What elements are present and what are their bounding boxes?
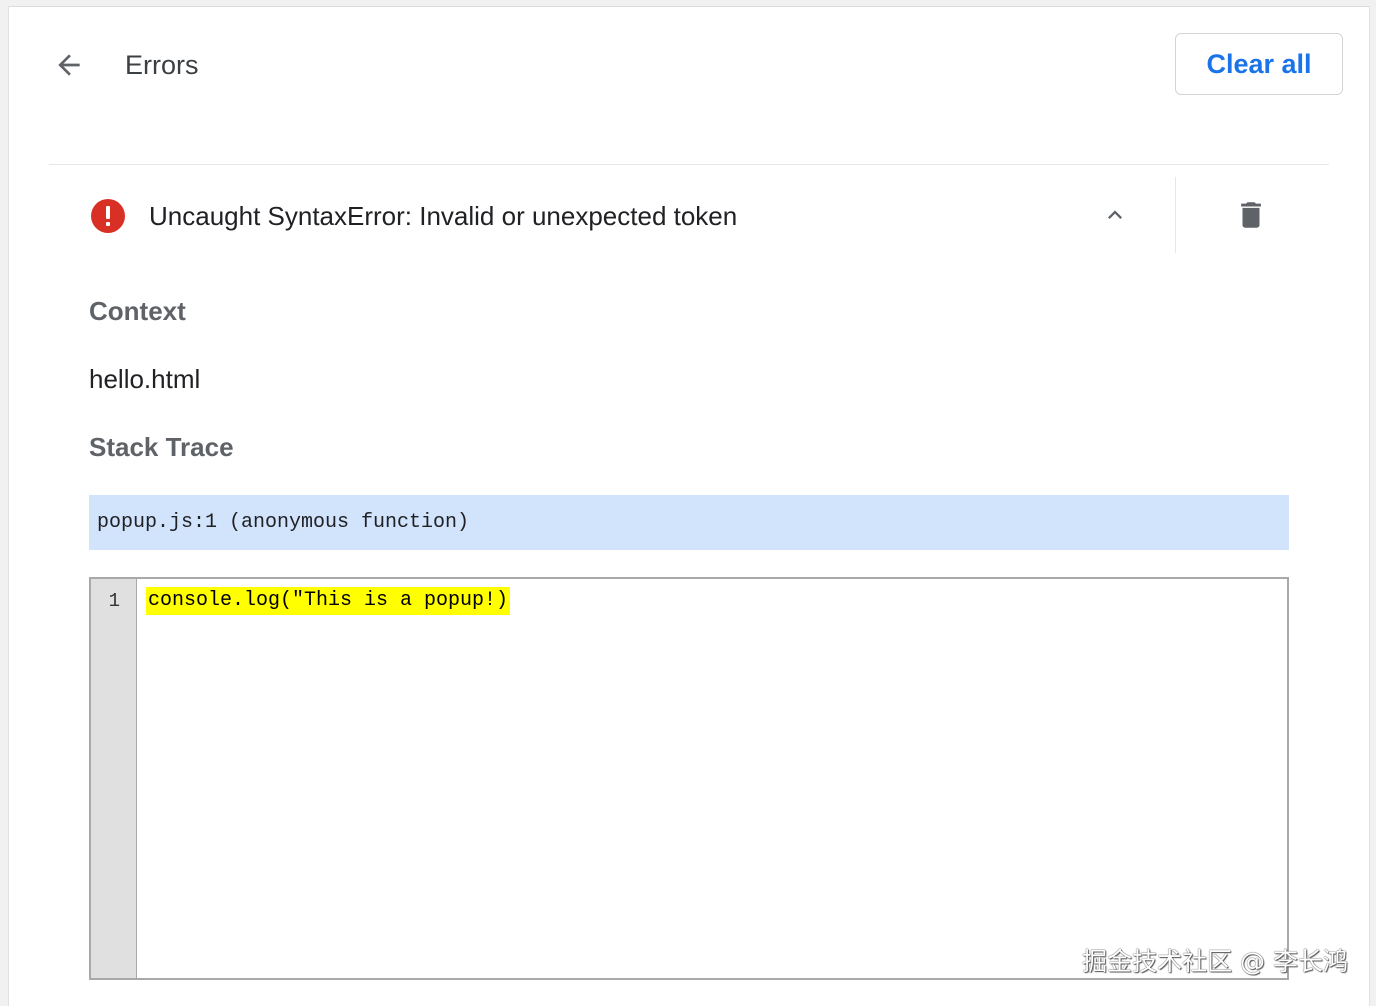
collapse-button[interactable] bbox=[1097, 197, 1133, 233]
code-viewer: 1 console.log("This is a popup!) bbox=[89, 577, 1289, 980]
watermark: 掘金技术社区 @ 李长鸿 bbox=[1082, 947, 1348, 976]
row-separator bbox=[1175, 177, 1176, 253]
line-number: 1 bbox=[108, 590, 120, 612]
back-button[interactable] bbox=[49, 45, 89, 85]
stack-frame[interactable]: popup.js:1 (anonymous function) bbox=[89, 495, 1289, 550]
error-message: Uncaught SyntaxError: Invalid or unexpec… bbox=[149, 201, 738, 231]
line-number-gutter: 1 bbox=[91, 579, 137, 978]
code-line: console.log("This is a popup!) bbox=[146, 587, 511, 615]
page-title: Errors bbox=[125, 50, 199, 80]
error-entry-header[interactable]: Uncaught SyntaxError: Invalid or unexpec… bbox=[49, 177, 1289, 253]
error-icon bbox=[91, 199, 125, 233]
delete-error-button[interactable] bbox=[1231, 195, 1271, 235]
context-value: hello.html bbox=[89, 364, 201, 394]
stack-trace-heading: Stack Trace bbox=[89, 432, 234, 462]
arrow-left-icon bbox=[58, 54, 80, 76]
clear-all-button[interactable]: Clear all bbox=[1175, 33, 1343, 95]
header-divider bbox=[49, 164, 1329, 165]
errors-page: Errors Clear all Uncaught SyntaxError: I… bbox=[8, 6, 1370, 1006]
context-heading: Context bbox=[89, 296, 186, 326]
trash-icon bbox=[1241, 202, 1261, 228]
chevron-up-icon bbox=[1108, 210, 1122, 219]
